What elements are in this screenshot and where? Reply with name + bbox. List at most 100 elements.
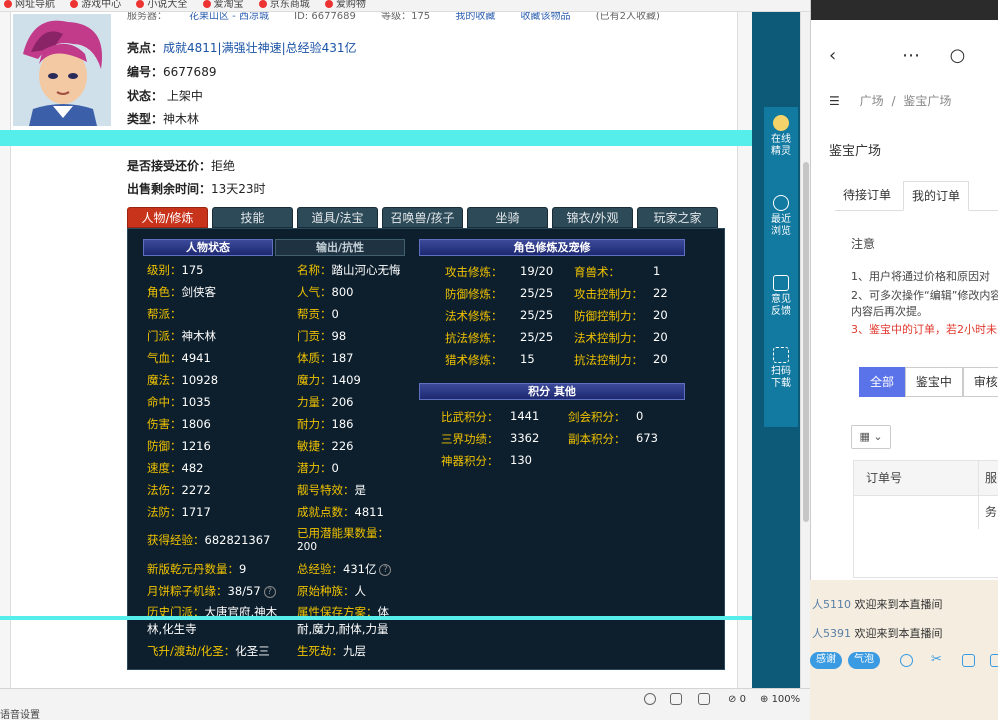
tab-my-orders[interactable]: 我的订单 [903,181,970,211]
points-label: 副本积分： [568,432,626,446]
scan-icon [773,347,789,363]
stat-row: 潜力：0 [297,461,339,475]
panel-title: 鉴宝广场 [829,144,882,159]
stat-row: 力量：206 [297,395,354,409]
cultivation-label: 猎术修炼： [445,353,503,367]
favorites-bar: 网址导航 游戏中心 小说大全 爱淘宝 京东商城 爱购物 [0,0,810,12]
screen: 网址导航 游戏中心 小说大全 爱淘宝 京东商城 爱购物 服务器： 花果山区 - 西… [0,0,998,720]
live-chat: 人5110 欢迎来到本直播间 人5391 欢迎来到本直播间 感谢 气泡 ✂ [810,580,998,720]
online-fairy-button[interactable]: 在线 精灵 [764,115,798,158]
crumb-appraisal[interactable]: 鉴宝广场 [903,94,951,108]
chat-toolbar: 感谢 气泡 ✂ [810,650,998,674]
cultivation-value: 20 [653,308,668,322]
cultivation-value: 1 [653,264,661,278]
scissors-icon[interactable]: ✂ [931,653,944,667]
feedback-button[interactable]: 意见 反馈 [764,275,798,318]
tab-skills[interactable]: 技能 [212,207,293,228]
cultivation-label: 法术控制力： [574,331,643,345]
download-count[interactable]: ⊘ 0 [728,694,746,705]
voice-settings[interactable]: 语音设置 [0,706,40,720]
crumb-square[interactable]: 广场 [860,94,884,108]
add-favorite-link[interactable]: 收藏该物品 [521,12,571,22]
cultivation-label: 攻击控制力： [574,287,643,301]
shield-icon[interactable] [644,693,656,705]
cultivation-label: 攻击修炼： [445,265,503,279]
points-value: 3362 [510,431,540,445]
section-cultivation: 角色修炼及宠修 [419,239,685,256]
tab-mounts[interactable]: 坐骑 [467,207,548,228]
my-favorites-link[interactable]: 我的收藏 [455,12,495,22]
thanks-button[interactable]: 感谢 [810,652,842,669]
lock-icon[interactable] [698,693,710,705]
cultivation-label: 防御控制力： [574,309,643,323]
breadcrumb: ☰ 广场 / 鉴宝广场 [829,94,952,108]
filter-all-button[interactable]: 全部 [859,367,906,397]
help-icon[interactable]: ? [379,563,392,576]
stat-row: 名称：踏山河心无悔 [297,263,401,277]
detail-tabs: 人物/修炼 技能 道具/法宝 召唤兽/孩子 坐骑 锦衣/外观 玩家之家 [127,207,727,228]
fairy-icon [773,115,789,131]
stat-row: 法伤：2272 [147,483,211,497]
stat-row: 耐力：186 [297,417,354,431]
cultivation-value: 25/25 [520,330,554,344]
back-icon[interactable]: ‹ [829,45,836,66]
note-line-2: 2、可多次操作“编辑”修改内容 [851,289,998,302]
orders-table-body [853,496,998,578]
bargain-row: 是否接受还价：拒绝 [127,159,236,173]
recent-browse-button[interactable]: 最近 浏览 [764,195,798,238]
more-icon[interactable]: ⋯ [902,45,920,66]
tab-pending-orders[interactable]: 待接订单 [835,181,899,211]
fav-item[interactable]: 京东商城 [258,0,310,10]
chat-message: 人5110 欢迎来到本直播间 [812,598,943,611]
menu-icon[interactable]: ☰ [829,94,840,108]
type-row: 类型：神木林 [127,112,200,126]
cultivation-label: 抗法修炼： [445,331,503,345]
filter-appraising-button[interactable]: 鉴宝中 [904,367,963,397]
image-icon[interactable] [962,654,975,667]
highlight-row: 亮点：成就4811|满强壮神速|总经验431亿 [127,41,357,55]
filter-buttons: 全部 鉴宝中 审核中 [859,367,998,397]
clock-icon [773,195,789,211]
tab-outfits[interactable]: 锦衣/外观 [552,207,633,228]
bubble-button[interactable]: 气泡 [848,652,880,669]
emoji-icon[interactable] [900,654,913,667]
stat-row: 魔力：1409 [297,373,361,387]
stat-row: 人气：800 [297,285,354,299]
server-value[interactable]: 花果山区 - 西凉城 [189,12,269,22]
note-title: 注意 [851,237,876,251]
cultivation-label: 防御修炼： [445,287,503,301]
fav-item[interactable]: 网址导航 [4,0,55,10]
fav-item[interactable]: 小说大全 [136,0,187,10]
fav-item[interactable]: 爱淘宝 [202,0,244,10]
filter-review-button[interactable]: 审核中 [962,367,998,397]
side-toolbar-inner: 在线 精灵 最近 浏览 意见 反馈 扫码 下载 [764,107,798,427]
speaker-icon[interactable] [670,693,682,705]
tab-pets[interactable]: 召唤兽/孩子 [382,207,463,228]
stat-row: 原始种族：人 [297,584,366,598]
gift-icon[interactable] [990,654,998,667]
scroll-thumb[interactable] [803,162,809,522]
page-scrollbar[interactable] [800,12,810,700]
help-icon[interactable]: ? [263,585,276,598]
order-tabs: 待接订单 我的订单 [835,181,998,211]
close-icon[interactable]: ○ [950,45,966,66]
note-line-1: 1、用户将通过价格和原因对 [851,270,990,283]
highlight-value[interactable]: 成就4811|满强壮神速|总经验431亿 [163,41,357,55]
section-points: 积分 其他 [419,383,685,400]
fav-item[interactable]: 爱购物 [324,0,366,10]
tab-items[interactable]: 道具/法宝 [297,207,378,228]
zoom-level[interactable]: ⊕ 100% [760,694,800,705]
cultivation-value: 25/25 [520,286,554,300]
column-toggle-button[interactable]: ▦ ⌄ [851,425,891,449]
section-output[interactable]: 输出/抗性 [275,239,405,256]
attr-keep-row: 属性保存方案：体 [297,605,389,619]
history-row-cont: 林,化生寺 [147,622,197,636]
fav-item[interactable]: 游戏中心 [70,0,121,10]
scan-download-button[interactable]: 扫码 下载 [764,347,798,390]
tab-home[interactable]: 玩家之家 [637,207,718,228]
points-value: 1441 [510,409,540,423]
favorite-count: (已有2人收藏) [595,12,660,22]
tab-character[interactable]: 人物/修炼 [127,207,208,228]
stat-row: 成就点数：4811 [297,505,384,519]
points-label: 三界功绩： [441,432,499,446]
